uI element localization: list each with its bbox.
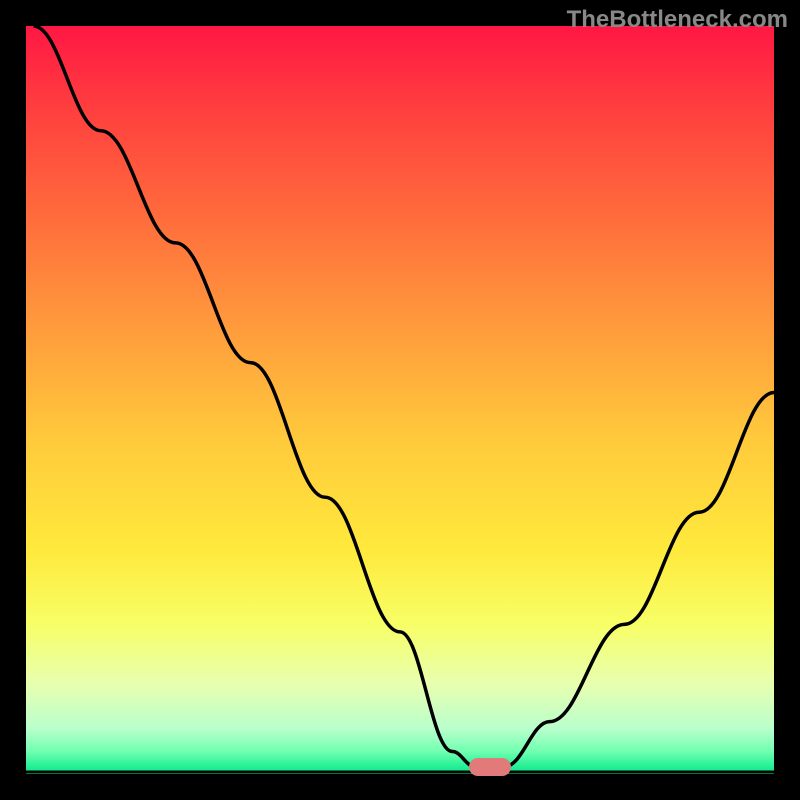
watermark-text: TheBottleneck.com	[567, 6, 788, 34]
chart-container: TheBottleneck.com	[0, 0, 800, 800]
bottleneck-curve	[26, 26, 774, 774]
optimal-marker	[469, 758, 511, 776]
plot-area	[26, 26, 774, 774]
